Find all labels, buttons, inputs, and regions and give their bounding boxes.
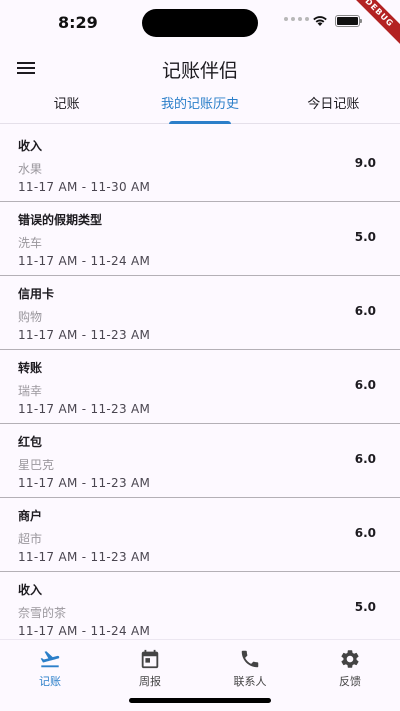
record-list[interactable]: 收入 水果 11-17 AM - 11-30 AM 9.0 错误的假期类型 洗车… [0,128,400,639]
list-item[interactable]: 商户 超市 11-17 AM - 11-23 AM 6.0 [0,498,400,572]
record-description: 星巴克 [18,458,55,472]
battery-icon [335,15,362,27]
status-time: 8:29 [58,13,98,32]
home-indicator [129,698,271,703]
calendar-icon [141,649,159,669]
record-amount: 5.0 [354,230,376,244]
record-type: 商户 [18,509,43,523]
record-time-range: 11-17 AM - 11-23 AM [18,328,151,342]
record-description: 水果 [18,162,43,176]
record-time-range: 11-17 AM - 11-30 AM [18,180,151,194]
record-time-range: 11-17 AM - 11-23 AM [18,476,151,490]
record-time-range: 11-17 AM - 11-24 AM [18,254,151,268]
record-type: 收入 [18,139,43,153]
dynamic-island [142,9,258,37]
nav-item-bookkeeping[interactable]: 记账 [0,640,100,711]
record-type: 转账 [18,361,43,375]
record-amount: 6.0 [354,304,376,318]
nav-label: 记账 [39,675,61,688]
list-item[interactable]: 收入 奈雪的茶 11-17 AM - 11-24 AM 5.0 [0,572,400,639]
record-type: 错误的假期类型 [18,213,103,227]
record-amount: 6.0 [354,378,376,392]
gear-icon [341,650,359,668]
tab-my-history[interactable]: 我的记账历史 [133,90,266,124]
record-time-range: 11-17 AM - 11-23 AM [18,550,151,564]
record-time-range: 11-17 AM - 11-23 AM [18,402,151,416]
app-bar: 记账伴侣 [0,46,400,90]
nav-label: 周报 [139,675,161,688]
airplane-icon [40,651,60,668]
record-description: 奈雪的茶 [18,606,67,620]
record-type: 红包 [18,435,43,449]
nav-item-feedback[interactable]: 反馈 [300,640,400,711]
status-bar: 8:29 [0,0,400,46]
cellular-signal-icon [284,17,309,21]
wifi-icon [313,16,327,26]
list-item[interactable]: 红包 星巴克 11-17 AM - 11-23 AM 6.0 [0,424,400,498]
phone-icon [241,650,259,668]
record-amount: 9.0 [354,156,376,170]
bottom-navigation: 记账 周报 联系人 反馈 [0,639,400,711]
nav-label: 反馈 [339,675,361,688]
page-title: 记账伴侣 [161,60,238,82]
list-item[interactable]: 信用卡 购物 11-17 AM - 11-23 AM 6.0 [0,276,400,350]
nav-label: 联系人 [233,675,267,688]
record-description: 超市 [18,532,43,546]
list-item[interactable]: 收入 水果 11-17 AM - 11-30 AM 9.0 [0,128,400,202]
record-time-range: 11-17 AM - 11-24 AM [18,624,151,638]
record-description: 购物 [18,310,43,324]
record-description: 瑞幸 [18,384,43,398]
tab-today[interactable]: 今日记账 [267,90,400,123]
record-amount: 6.0 [354,526,376,540]
record-description: 洗车 [18,236,43,250]
list-item[interactable]: 错误的假期类型 洗车 11-17 AM - 11-24 AM 5.0 [0,202,400,276]
record-amount: 5.0 [354,600,376,614]
tab-bookkeeping[interactable]: 记账 [0,90,133,123]
tab-bar: 记账 我的记账历史 今日记账 [0,90,400,124]
record-type: 信用卡 [18,287,55,301]
list-item[interactable]: 转账 瑞幸 11-17 AM - 11-23 AM 6.0 [0,350,400,424]
record-type: 收入 [18,583,43,597]
record-amount: 6.0 [354,452,376,466]
